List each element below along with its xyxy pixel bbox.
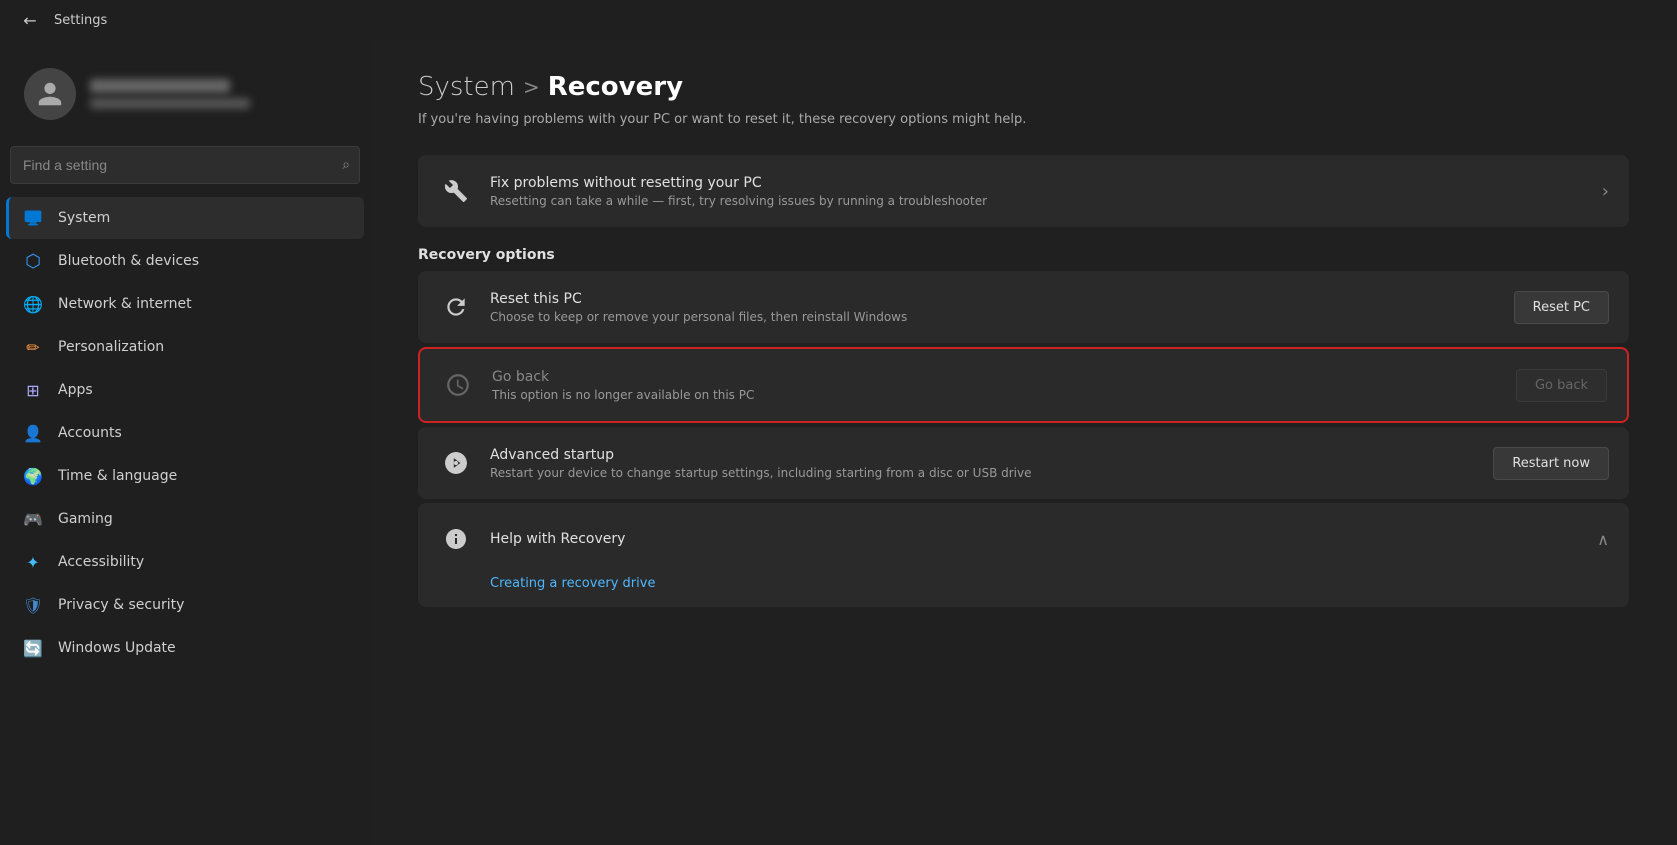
reset-pc-subtitle: Choose to keep or remove your personal f… bbox=[490, 310, 1498, 324]
search-box: ⌕ bbox=[10, 146, 360, 184]
advanced-startup-subtitle: Restart your device to change startup se… bbox=[490, 466, 1477, 480]
bluetooth-icon: ⬡ bbox=[22, 250, 44, 272]
user-name bbox=[90, 79, 230, 93]
sidebar-item-personalization[interactable]: ✏ Personalization bbox=[6, 326, 364, 368]
help-recovery-chevron: ∧ bbox=[1597, 530, 1609, 549]
apps-icon: ⊞ bbox=[22, 379, 44, 401]
sidebar-item-bluetooth[interactable]: ⬡ Bluetooth & devices bbox=[6, 240, 364, 282]
help-recovery-title: Help with Recovery bbox=[490, 531, 1581, 547]
recovery-options-title: Recovery options bbox=[418, 247, 1629, 263]
accessibility-icon: ✦ bbox=[22, 551, 44, 573]
search-input[interactable] bbox=[10, 146, 360, 184]
sidebar-item-label-personalization: Personalization bbox=[58, 339, 348, 355]
user-icon bbox=[36, 80, 64, 108]
go-back-icon bbox=[440, 367, 476, 403]
sidebar-item-label-gaming: Gaming bbox=[58, 511, 348, 527]
sidebar-item-label-accounts: Accounts bbox=[58, 425, 348, 441]
restart-now-button[interactable]: Restart now bbox=[1493, 447, 1609, 480]
content-area: System > Recovery If you're having probl… bbox=[370, 40, 1677, 845]
recovery-drive-link[interactable]: Creating a recovery drive bbox=[490, 576, 655, 591]
windows-update-icon: 🔄 bbox=[22, 637, 44, 659]
avatar bbox=[24, 68, 76, 120]
advanced-startup-card: Advanced startup Restart your device to … bbox=[418, 427, 1629, 499]
breadcrumb-system[interactable]: System bbox=[418, 72, 515, 102]
user-profile[interactable] bbox=[8, 48, 362, 138]
reset-pc-action: Reset PC bbox=[1514, 291, 1609, 324]
sidebar-item-network[interactable]: 🌐 Network & internet bbox=[6, 283, 364, 325]
reset-pc-title: Reset this PC bbox=[490, 291, 1498, 307]
accounts-icon: 👤 bbox=[22, 422, 44, 444]
sidebar-item-accessibility[interactable]: ✦ Accessibility bbox=[6, 541, 364, 583]
sidebar-item-label-system: System bbox=[58, 210, 348, 226]
fix-problems-icon bbox=[438, 173, 474, 209]
title-bar: ← Settings bbox=[0, 0, 1677, 40]
reset-pc-icon bbox=[438, 289, 474, 325]
gaming-icon: 🎮 bbox=[22, 508, 44, 530]
help-recovery-content: Creating a recovery drive bbox=[418, 575, 1629, 607]
privacy-icon: 🛡 bbox=[22, 594, 44, 616]
sidebar-item-gaming[interactable]: 🎮 Gaming bbox=[6, 498, 364, 540]
main-layout: ⌕ System ⬡ Bluetooth & devices bbox=[0, 40, 1677, 845]
fix-problems-subtitle: Resetting can take a while — first, try … bbox=[490, 194, 1586, 208]
sidebar-item-privacy[interactable]: 🛡 Privacy & security bbox=[6, 584, 364, 626]
help-with-recovery-header[interactable]: Help with Recovery ∧ bbox=[418, 503, 1629, 575]
go-back-title: Go back bbox=[492, 369, 1500, 385]
time-icon: 🌍 bbox=[22, 465, 44, 487]
sidebar-item-label-network: Network & internet bbox=[58, 296, 348, 312]
reset-pc-text: Reset this PC Choose to keep or remove y… bbox=[490, 291, 1498, 324]
fix-problems-title: Fix problems without resetting your PC bbox=[490, 175, 1586, 191]
sidebar-item-label-accessibility: Accessibility bbox=[58, 554, 348, 570]
help-with-recovery-card: Help with Recovery ∧ Creating a recovery… bbox=[418, 503, 1629, 607]
advanced-startup-icon bbox=[438, 445, 474, 481]
system-icon bbox=[22, 207, 44, 229]
help-recovery-icon bbox=[438, 521, 474, 557]
title-bar-back-button[interactable]: ← bbox=[16, 6, 44, 34]
advanced-startup-title: Advanced startup bbox=[490, 447, 1477, 463]
reset-pc-button[interactable]: Reset PC bbox=[1514, 291, 1609, 324]
breadcrumb: System > Recovery bbox=[418, 72, 1629, 102]
sidebar-nav: System ⬡ Bluetooth & devices 🌐 Network &… bbox=[0, 196, 370, 670]
go-back-text: Go back This option is no longer availab… bbox=[492, 369, 1500, 402]
sidebar-item-windows-update[interactable]: 🔄 Windows Update bbox=[6, 627, 364, 669]
sidebar-item-label-bluetooth: Bluetooth & devices bbox=[58, 253, 348, 269]
reset-pc-card: Reset this PC Choose to keep or remove y… bbox=[418, 271, 1629, 343]
network-icon: 🌐 bbox=[22, 293, 44, 315]
sidebar-item-time[interactable]: 🌍 Time & language bbox=[6, 455, 364, 497]
page-description: If you're having problems with your PC o… bbox=[418, 112, 1629, 127]
breadcrumb-separator: > bbox=[523, 75, 540, 99]
sidebar-item-accounts[interactable]: 👤 Accounts bbox=[6, 412, 364, 454]
user-info bbox=[90, 79, 346, 109]
sidebar-item-label-privacy: Privacy & security bbox=[58, 597, 348, 613]
go-back-button[interactable]: Go back bbox=[1516, 369, 1607, 402]
breadcrumb-recovery: Recovery bbox=[548, 72, 683, 102]
fix-problems-chevron: › bbox=[1602, 181, 1609, 202]
sidebar-item-system[interactable]: System bbox=[6, 197, 364, 239]
sidebar-item-label-apps: Apps bbox=[58, 382, 348, 398]
user-email bbox=[90, 98, 250, 109]
fix-problems-card[interactable]: Fix problems without resetting your PC R… bbox=[418, 155, 1629, 227]
app-title: Settings bbox=[54, 13, 107, 28]
advanced-startup-text: Advanced startup Restart your device to … bbox=[490, 447, 1477, 480]
advanced-startup-action: Restart now bbox=[1493, 447, 1609, 480]
go-back-card: Go back This option is no longer availab… bbox=[418, 347, 1629, 423]
sidebar-item-apps[interactable]: ⊞ Apps bbox=[6, 369, 364, 411]
go-back-action: Go back bbox=[1516, 369, 1607, 402]
personalization-icon: ✏ bbox=[22, 336, 44, 358]
go-back-subtitle: This option is no longer available on th… bbox=[492, 388, 1500, 402]
sidebar: ⌕ System ⬡ Bluetooth & devices bbox=[0, 40, 370, 845]
fix-problems-text: Fix problems without resetting your PC R… bbox=[490, 175, 1586, 208]
sidebar-item-label-windows-update: Windows Update bbox=[58, 640, 348, 656]
sidebar-item-label-time: Time & language bbox=[58, 468, 348, 484]
